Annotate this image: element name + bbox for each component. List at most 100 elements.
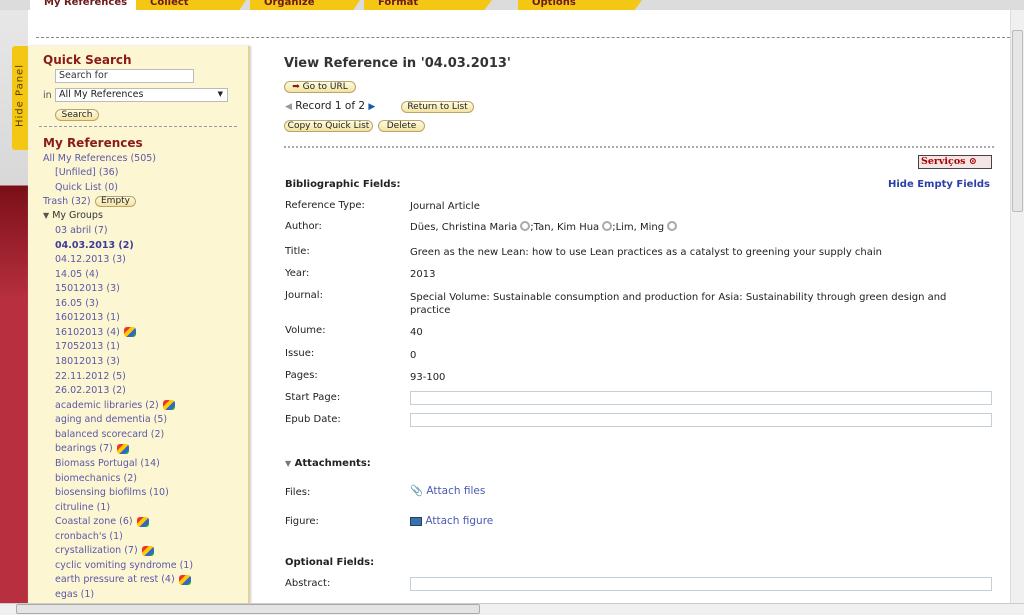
group-item[interactable]: 17052013 (1) [55, 341, 120, 352]
group-item[interactable]: 03 abril (7) [55, 225, 108, 236]
divider [284, 146, 994, 148]
tab-format[interactable]: Format [364, 0, 492, 10]
group-label: 04.03.2013 (2) [55, 239, 134, 251]
group-label: academic libraries (2) [55, 399, 159, 411]
group-item[interactable]: aging and dementia (5) [55, 414, 167, 425]
start-page-label: Start Page: [285, 392, 341, 403]
group-label: aging and dementia (5) [55, 414, 168, 426]
all-my-references-link[interactable]: All My References (505) [43, 153, 156, 164]
horizontal-scroll-thumb[interactable] [16, 604, 480, 614]
prev-record-icon[interactable]: ◀ [285, 102, 292, 112]
group-item[interactable]: cronbach's (1) [55, 531, 123, 542]
group-item[interactable]: Biomass Portugal (14) [55, 458, 160, 469]
my-groups-toggle[interactable]: ▼ My Groups [43, 210, 103, 221]
copy-to-quick-list-button[interactable]: Copy to Quick List [284, 120, 373, 132]
search-author-icon[interactable] [602, 221, 613, 231]
shared-group-icon [123, 327, 136, 338]
search-author-icon[interactable] [667, 221, 678, 231]
reference-type-value: Journal Article [410, 201, 480, 212]
group-label: biomechanics (2) [55, 472, 137, 484]
group-item[interactable]: 26.02.2013 (2) [55, 385, 126, 396]
group-item[interactable]: bearings (7) [55, 443, 129, 454]
start-page-input[interactable] [410, 391, 992, 405]
author-name: Tan, Kim Hua [533, 222, 600, 233]
search-button[interactable]: Search [55, 109, 99, 121]
group-item[interactable]: egas (1) [55, 589, 94, 600]
group-item[interactable]: biomechanics (2) [55, 473, 137, 484]
delete-button[interactable]: Delete [378, 120, 425, 132]
divider [36, 37, 1010, 38]
group-label: Coastal zone (6) [55, 516, 133, 528]
author-name: Lim, Ming [615, 222, 665, 233]
group-item[interactable]: 22.11.2012 (5) [55, 371, 126, 382]
sfx-logo-icon: ⊙ [968, 156, 977, 167]
optional-fields-heading: Optional Fields: [285, 557, 375, 568]
group-item[interactable]: 15012013 (3) [55, 283, 120, 294]
empty-trash-button[interactable]: Empty [95, 196, 136, 207]
group-item[interactable]: balanced scorecard (2) [55, 429, 164, 440]
record-label: Record 1 of 2 [295, 100, 366, 112]
group-item[interactable]: 14.05 (4) [55, 269, 99, 280]
trash-link[interactable]: Trash (32) [43, 196, 91, 207]
files-label: Files: [285, 487, 311, 498]
group-item[interactable]: 04.03.2013 (2) [55, 240, 134, 251]
group-label: Biomass Portugal (14) [55, 457, 160, 469]
attachments-heading: Attachments: [294, 458, 371, 469]
record-nav: ◀ Record 1 of 2 ▶ [285, 100, 375, 112]
group-label: balanced scorecard (2) [55, 428, 165, 440]
group-item[interactable]: 16.05 (3) [55, 298, 99, 309]
group-item[interactable]: earth pressure at rest (4) [55, 574, 191, 585]
group-item[interactable]: crystallization (7) [55, 545, 154, 556]
group-item[interactable]: 18012013 (3) [55, 356, 120, 367]
attach-figure-link[interactable]: Attach figure [410, 515, 493, 527]
shared-group-icon [162, 400, 175, 411]
group-item[interactable]: cyclic vomiting syndrome (1) [55, 560, 193, 571]
hide-empty-fields-link[interactable]: Hide Empty Fields [888, 179, 990, 190]
tab-collect[interactable]: Collect [136, 0, 246, 10]
author-name: Dües, Christina Maria [410, 222, 518, 233]
journal-value: Special Volume: Sustainable consumption … [410, 292, 947, 316]
search-author-icon[interactable] [520, 221, 531, 231]
epub-date-input[interactable] [410, 413, 992, 427]
group-item[interactable]: 16102013 (4) [55, 327, 136, 338]
group-label: 22.11.2012 (5) [55, 370, 126, 382]
attach-files-link[interactable]: 📎 Attach files [410, 484, 485, 497]
tab-options[interactable]: Options [518, 0, 642, 10]
shared-group-icon [178, 574, 191, 585]
next-record-icon[interactable]: ▶ [368, 102, 375, 112]
group-item[interactable]: Coastal zone (6) [55, 516, 149, 527]
divider [39, 126, 237, 127]
group-label: 04.12.2013 (3) [55, 254, 126, 266]
triangle-down-icon: ▼ [285, 459, 292, 468]
issue-value: 0 [410, 350, 417, 361]
group-item[interactable]: citruline (1) [55, 502, 110, 513]
scope-value: All My References [59, 89, 144, 100]
servicos-button[interactable]: Serviços ⊙ [918, 155, 992, 169]
arrow-right-icon: ➡ [292, 82, 300, 92]
tab-bar: My References Collect Organize Format Op… [0, 0, 1024, 10]
vertical-scroll-thumb[interactable] [1012, 30, 1023, 212]
issue-label: Issue: [285, 348, 315, 359]
attachments-toggle[interactable]: ▼ Attachments: [285, 458, 371, 469]
search-input[interactable]: Search for [55, 69, 194, 83]
tab-organize[interactable]: Organize [250, 0, 360, 10]
tab-my-references[interactable]: My References [30, 0, 150, 10]
abstract-input[interactable] [410, 577, 992, 591]
group-label: 17052013 (1) [55, 341, 120, 353]
go-to-url-button[interactable]: ➡ Go to URL [284, 81, 356, 93]
quick-list-link[interactable]: Quick List (0) [55, 182, 118, 193]
my-references-heading: My References [43, 136, 143, 150]
group-item[interactable]: biosensing biofilms (10) [55, 487, 169, 498]
group-item[interactable]: 16012013 (1) [55, 312, 120, 323]
unfiled-link[interactable]: [Unfiled] (36) [55, 167, 118, 178]
volume-label: Volume: [285, 325, 326, 336]
return-to-list-button[interactable]: Return to List [401, 101, 474, 113]
shared-group-icon [141, 545, 154, 556]
group-item[interactable]: 04.12.2013 (3) [55, 254, 126, 265]
quick-search-heading: Quick Search [43, 53, 132, 67]
hide-panel-tab[interactable]: Hide Panel [12, 46, 28, 150]
year-value: 2013 [410, 269, 436, 280]
chart-icon [410, 516, 422, 526]
search-scope-select[interactable]: All My References ▼ [55, 88, 228, 102]
group-item[interactable]: academic libraries (2) [55, 400, 175, 411]
